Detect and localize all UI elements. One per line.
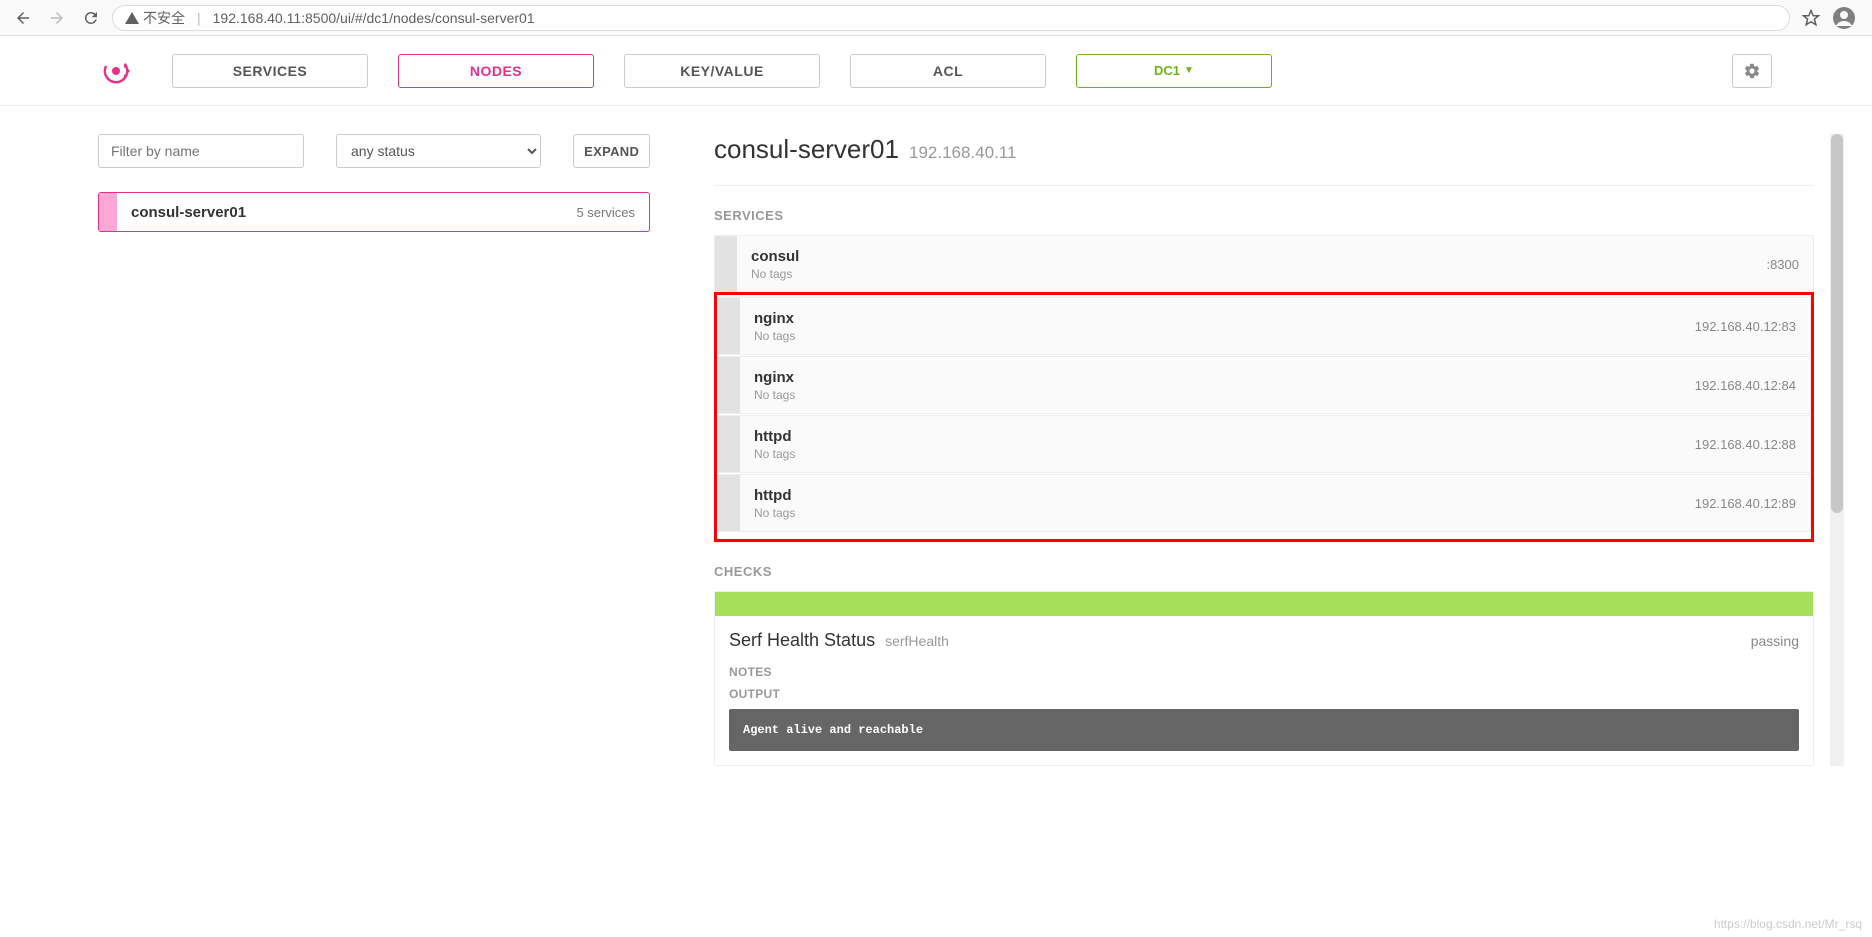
warning-icon	[125, 12, 139, 24]
node-title: consul-server01	[714, 134, 899, 165]
nav-services[interactable]: SERVICES	[172, 54, 368, 88]
node-services-count: 5 services	[576, 205, 635, 220]
checks-section: CHECKS Serf Health Status serfHealth pas…	[714, 564, 1814, 766]
back-icon[interactable]	[14, 9, 32, 27]
service-tags: No tags	[754, 329, 795, 343]
chevron-down-icon: ▼	[1184, 65, 1194, 76]
datacenter-selector[interactable]: DC1▼	[1076, 54, 1272, 88]
insecure-text: 不安全	[143, 8, 185, 28]
left-column: any status EXPAND consul-server01 5 serv…	[98, 134, 650, 766]
reload-icon[interactable]	[82, 9, 100, 27]
service-status-indicator	[718, 298, 740, 354]
highlight-box: nginx No tags 192.168.40.12:83 nginx No …	[714, 292, 1814, 542]
service-item[interactable]: consul No tags :8300	[714, 235, 1814, 293]
service-status-indicator	[715, 236, 737, 292]
service-tags: No tags	[754, 388, 795, 402]
check-status-bar	[715, 592, 1813, 616]
check-title: Serf Health Status	[729, 630, 875, 651]
browser-nav	[14, 9, 100, 27]
service-status-indicator	[718, 416, 740, 472]
service-address: :8300	[1766, 257, 1799, 272]
bookmark-icon[interactable]	[1802, 9, 1820, 27]
service-name: nginx	[754, 369, 795, 386]
checks-section-label: CHECKS	[714, 564, 1814, 579]
nav-keyvalue[interactable]: KEY/VALUE	[624, 54, 820, 88]
service-address: 192.168.40.12:84	[1695, 378, 1796, 393]
node-name: consul-server01	[131, 204, 246, 221]
service-name: httpd	[754, 487, 795, 504]
scrollbar-thumb[interactable]	[1831, 134, 1843, 513]
node-ip: 192.168.40.11	[909, 143, 1016, 163]
check-output: Agent alive and reachable	[729, 709, 1799, 751]
service-item[interactable]: nginx No tags 192.168.40.12:83	[717, 297, 1811, 355]
service-status-indicator	[718, 475, 740, 531]
service-tags: No tags	[754, 447, 795, 461]
nav-nodes[interactable]: NODES	[398, 54, 594, 88]
service-address: 192.168.40.12:89	[1695, 496, 1796, 511]
service-tags: No tags	[754, 506, 795, 520]
service-address: 192.168.40.12:83	[1695, 319, 1796, 334]
output-label: OUTPUT	[729, 687, 1799, 701]
service-name: httpd	[754, 428, 795, 445]
right-column: consul-server01 192.168.40.11 SERVICES c…	[714, 134, 1814, 766]
url-text: 192.168.40.11:8500/ui/#/dc1/nodes/consul…	[213, 10, 535, 26]
check-header: Serf Health Status serfHealth passing	[715, 616, 1813, 665]
content: any status EXPAND consul-server01 5 serv…	[0, 106, 1872, 766]
filter-row: any status EXPAND	[98, 134, 650, 168]
browser-toolbar: 不安全 | 192.168.40.11:8500/ui/#/dc1/nodes/…	[0, 0, 1872, 36]
browser-toolbar-right	[1802, 6, 1856, 30]
filter-input[interactable]	[98, 134, 304, 168]
node-header: consul-server01 192.168.40.11	[714, 134, 1814, 186]
service-item[interactable]: httpd No tags 192.168.40.12:88	[717, 415, 1811, 473]
watermark: https://blog.csdn.net/Mr_rsq	[1714, 917, 1862, 931]
service-name: nginx	[754, 310, 795, 327]
status-select[interactable]: any status	[336, 134, 541, 168]
service-item[interactable]: httpd No tags 192.168.40.12:89	[717, 474, 1811, 532]
check-id: serfHealth	[885, 633, 949, 649]
service-address: 192.168.40.12:88	[1695, 437, 1796, 452]
check-item[interactable]: Serf Health Status serfHealth passing NO…	[714, 591, 1814, 766]
nav-acl[interactable]: ACL	[850, 54, 1046, 88]
url-bar[interactable]: 不安全 | 192.168.40.11:8500/ui/#/dc1/nodes/…	[112, 5, 1790, 31]
node-list-item[interactable]: consul-server01 5 services	[98, 192, 650, 232]
service-item[interactable]: nginx No tags 192.168.40.12:84	[717, 356, 1811, 414]
service-name: consul	[751, 248, 799, 265]
service-status-indicator	[718, 357, 740, 413]
app-header: SERVICES NODES KEY/VALUE ACL DC1▼	[0, 36, 1872, 106]
expand-button[interactable]: EXPAND	[573, 134, 650, 168]
consul-logo	[100, 55, 132, 87]
service-tags: No tags	[751, 267, 799, 281]
notes-label: NOTES	[729, 665, 1799, 679]
account-icon[interactable]	[1832, 6, 1856, 30]
settings-button[interactable]	[1732, 54, 1772, 88]
gear-icon	[1743, 62, 1761, 80]
forward-icon	[48, 9, 66, 27]
services-section-label: SERVICES	[714, 208, 1814, 223]
check-body: NOTES OUTPUT Agent alive and reachable	[715, 665, 1813, 765]
node-status-indicator	[99, 193, 117, 231]
insecure-badge: 不安全	[125, 8, 185, 28]
check-status: passing	[1751, 633, 1799, 649]
